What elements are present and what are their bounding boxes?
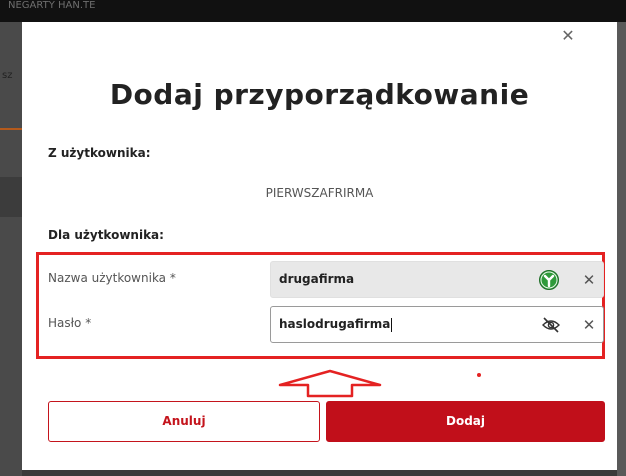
background-top-strip: NEGARTY HAN.TE	[0, 0, 626, 22]
username-label: Nazwa użytkownika *	[48, 271, 176, 285]
clear-icon[interactable]: ✕	[579, 270, 599, 290]
background-right-edge	[617, 22, 626, 476]
password-field[interactable]: haslodrugafirma ✕	[270, 306, 604, 343]
background-block	[0, 177, 22, 217]
from-user-label: Z użytkownika:	[48, 146, 151, 160]
password-value: haslodrugafirma	[279, 307, 393, 342]
assignment-modal: ✕ Dodaj przyporządkowanie Z użytkownika:…	[22, 22, 617, 470]
eye-slash-icon[interactable]	[541, 316, 561, 334]
up-arrow-icon	[278, 369, 382, 398]
add-button[interactable]: Dodaj	[326, 401, 605, 442]
clear-icon[interactable]: ✕	[579, 315, 599, 335]
cancel-button[interactable]: Anuluj	[48, 401, 320, 442]
username-value: drugafirma	[279, 272, 355, 286]
text-caret	[391, 317, 393, 332]
background-fragment-text: sz	[2, 70, 13, 81]
from-user-value: PIERWSZAFRIRMA	[265, 186, 374, 200]
to-user-label: Dla użytkownika:	[48, 228, 164, 242]
password-label: Hasło *	[48, 316, 92, 330]
username-field[interactable]: drugafirma ✕	[270, 261, 604, 298]
password-manager-icon[interactable]	[539, 270, 559, 290]
background-accent-line	[0, 128, 22, 130]
marker-dot	[477, 373, 481, 377]
modal-title: Dodaj przyporządkowanie	[109, 78, 530, 111]
background-top-text: NEGARTY HAN.TE	[8, 0, 96, 11]
close-icon[interactable]: ✕	[558, 26, 578, 46]
background-left-panel: sz	[0, 22, 22, 476]
password-text: haslodrugafirma	[279, 317, 391, 331]
